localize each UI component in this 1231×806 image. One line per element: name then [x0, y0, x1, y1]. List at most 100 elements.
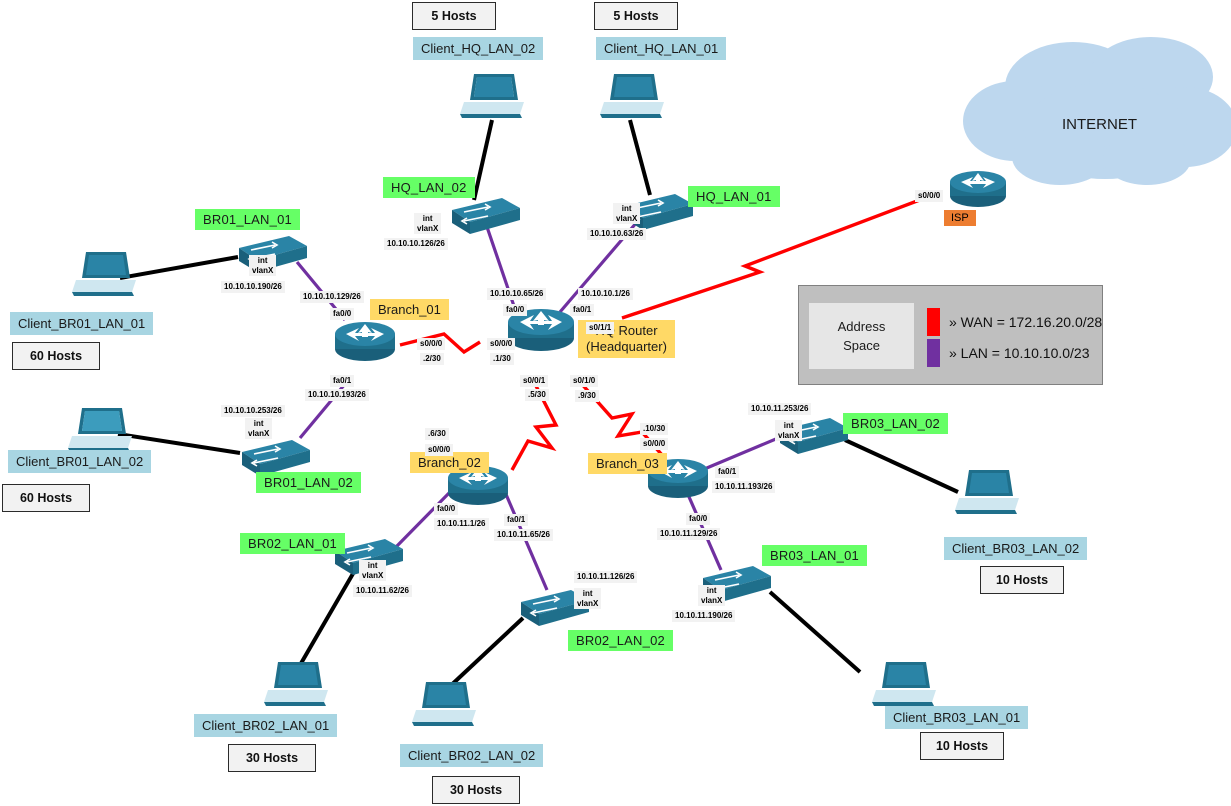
internet-label: INTERNET — [1062, 116, 1137, 133]
iface-br02-lan-02-vlan: int vlanX — [574, 588, 602, 609]
iface-hq-lan-01-vlan: int vlanX — [613, 203, 641, 224]
lan-br01sw2-br01 — [298, 376, 352, 440]
legend-swatch-lan — [927, 339, 940, 367]
iface-hq-s0100: s0/1/0 — [570, 375, 599, 387]
br03-lan-01-name: BR03_LAN_01 — [762, 545, 867, 566]
address-space-title: Address Space — [809, 303, 914, 369]
client-br02-lan-02-name: Client_BR02_LAN_02 — [400, 744, 544, 767]
laptop-client-br01-lan-02-icon[interactable] — [68, 406, 134, 454]
iface-br03-lan-02-ip: 10.10.11.253/26 — [748, 403, 812, 415]
iface-br02-lan-01-vlan: int vlanX — [359, 560, 387, 581]
iface-hq-s0100-ip: .9/30 — [575, 390, 599, 402]
isp-label: ISP — [944, 210, 976, 226]
hq-lan-01-name: HQ_LAN_01 — [688, 186, 780, 207]
client-hq-lan-02-name: Client_HQ_LAN_02 — [413, 37, 544, 60]
client-br03-lan-02-name: Client_BR03_LAN_02 — [944, 537, 1088, 560]
address-space-legend: Address Space » WAN = 172.16.20.0/28 » L… — [798, 285, 1103, 385]
client-hq-lan-01-name: Client_HQ_LAN_01 — [596, 37, 727, 60]
iface-hq-fa01-ip: 10.10.10.1/26 — [578, 288, 633, 300]
br02-lan-02-name: BR02_LAN_02 — [568, 630, 673, 651]
hosts-client-hq-lan-02: 5 Hosts — [412, 2, 496, 30]
hq-router-name-line2: (Headquarter) — [586, 339, 667, 354]
laptop-client-br02-lan-02-icon[interactable] — [412, 680, 478, 728]
br03-lan-02-name: BR03_LAN_02 — [843, 413, 948, 434]
iface-br2-fa00: fa0/0 — [434, 503, 459, 515]
iface-br3-s0000-ip: .10/30 — [640, 423, 669, 435]
laptop-client-hq-lan-02-icon[interactable] — [460, 72, 526, 120]
hosts-client-br03-lan-01: 10 Hosts — [920, 732, 1004, 760]
client-br02-lan-01-name: Client_BR02_LAN_01 — [194, 714, 338, 737]
iface-br2-fa01-ip: 10.10.11.65/26 — [494, 529, 553, 541]
address-space-line2: Space — [843, 338, 880, 353]
hosts-client-br01-lan-01: 60 Hosts — [12, 342, 100, 370]
iface-br01-lan-02-ip: 10.10.10.253/26 — [221, 405, 285, 417]
hosts-client-br02-lan-02: 30 Hosts — [432, 776, 520, 804]
iface-br1-s0000: s0/0/0 — [417, 338, 446, 350]
iface-br03-lan-01-ip: 10.10.11.190/26 — [672, 610, 736, 622]
branch01-label: Branch_01 — [370, 299, 449, 320]
link-client-br02-01 — [294, 563, 360, 674]
router-branch01-icon[interactable] — [332, 318, 398, 364]
iface-br2-fa00-ip: 10.10.11.1/26 — [434, 518, 489, 530]
legend-swatch-wan — [927, 308, 940, 336]
br01-lan-01-name: BR01_LAN_01 — [195, 209, 300, 230]
client-br03-lan-01-label: Client_BR03_LAN_01 — [885, 706, 1029, 729]
iface-br01-lan-02-vlan: int vlanX — [245, 418, 273, 439]
lan-br02sw2-br02 — [503, 491, 549, 591]
lan-br03sw2-br03 — [701, 434, 784, 472]
laptop-client-br02-lan-01-icon[interactable] — [264, 660, 330, 708]
iface-br03-lan-02-vlan: int vlanX — [775, 420, 803, 441]
iface-hq-lan-01-ip: 10.10.10.63/26 — [587, 228, 647, 240]
laptop-client-br03-lan-02-icon[interactable] — [955, 468, 1021, 516]
iface-hq-fa01: fa0/1 — [570, 304, 595, 316]
iface-br1-s0000-ip: .2/30 — [420, 353, 444, 365]
laptop-client-hq-lan-01-icon[interactable] — [600, 72, 666, 120]
iface-hq-fa00-ip: 10.10.10.65/26 — [487, 288, 547, 300]
iface-br3-fa01: fa0/1 — [715, 466, 740, 478]
iface-hq-lan-02-ip: 10.10.10.126/26 — [384, 238, 448, 250]
network-topology-diagram: INTERNET ISP s0/0/0 HQ Router (Headquart… — [0, 0, 1231, 806]
iface-br3-fa00: fa0/0 — [686, 513, 711, 525]
iface-hq-s0001-ip: .5/30 — [525, 389, 549, 401]
hq-lan-02-name: HQ_LAN_02 — [383, 177, 475, 198]
br01-lan-02-name: BR01_LAN_02 — [256, 472, 361, 493]
link-client-br03-02 — [844, 438, 959, 494]
iface-hq-fa00: fa0/0 — [503, 304, 528, 316]
iface-hq-s0101: s0/1/1 — [586, 322, 615, 334]
iface-br1-fa00-ip: 10.10.10.129/26 — [300, 291, 364, 303]
iface-br1-fa01: fa0/1 — [330, 375, 355, 387]
hosts-client-br01-lan-02: 60 Hosts — [2, 484, 90, 512]
iface-br1-fa01-ip: 10.10.10.193/26 — [305, 389, 369, 401]
hosts-client-br03-lan-02: 10 Hosts — [980, 566, 1064, 594]
iface-hq-s0001: s0/0/1 — [520, 375, 549, 387]
iface-br2-s0000: s0/0/0 — [425, 444, 454, 456]
legend-label-lan: » LAN = 10.10.10.0/23 — [949, 345, 1090, 361]
link-client-hq01 — [628, 119, 652, 196]
iface-br03-lan-01-vlan: int vlanX — [698, 585, 726, 606]
address-space-line1: Address — [837, 319, 886, 334]
laptop-client-br01-lan-01-icon[interactable] — [72, 250, 138, 298]
client-br01-lan-02-name: Client_BR01_LAN_02 — [8, 450, 152, 473]
iface-br01-lan-01-ip: 10.10.10.190/26 — [221, 281, 285, 293]
branch03-label: Branch_03 — [588, 453, 667, 474]
client-br01-lan-01-name: Client_BR01_LAN_01 — [10, 312, 154, 335]
iface-br3-s0000: s0/0/0 — [640, 438, 669, 450]
laptop-client-br03-lan-01-icon[interactable] — [872, 660, 938, 708]
iface-br1-fa00: fa0/0 — [330, 308, 355, 320]
legend-label-wan: » WAN = 172.16.20.0/28 — [949, 314, 1103, 330]
link-client-hq02 — [472, 119, 494, 201]
br02-lan-01-name: BR02_LAN_01 — [240, 533, 345, 554]
iface-br02-lan-01-ip: 10.10.11.62/26 — [353, 585, 412, 597]
iface-br3-fa00-ip: 10.10.11.129/26 — [657, 528, 721, 540]
iface-hq-s0000: s0/0/0 — [487, 338, 516, 350]
link-client-br03-01 — [768, 590, 862, 674]
iface-isp-s0000: s0/0/0 — [915, 190, 944, 202]
iface-br02-lan-02-ip: 10.10.11.126/26 — [574, 571, 638, 583]
router-isp-icon[interactable] — [947, 168, 1009, 210]
iface-br2-fa01: fa0/1 — [504, 514, 529, 526]
iface-br01-lan-01-vlan: int vlanX — [249, 255, 277, 276]
iface-br3-fa01-ip: 10.10.11.193/26 — [712, 481, 776, 493]
iface-hq-lan-02-vlan: int vlanX — [414, 213, 442, 234]
iface-br2-s0000-ip: .6/30 — [425, 428, 449, 440]
hosts-client-br02-lan-01: 30 Hosts — [228, 744, 316, 772]
